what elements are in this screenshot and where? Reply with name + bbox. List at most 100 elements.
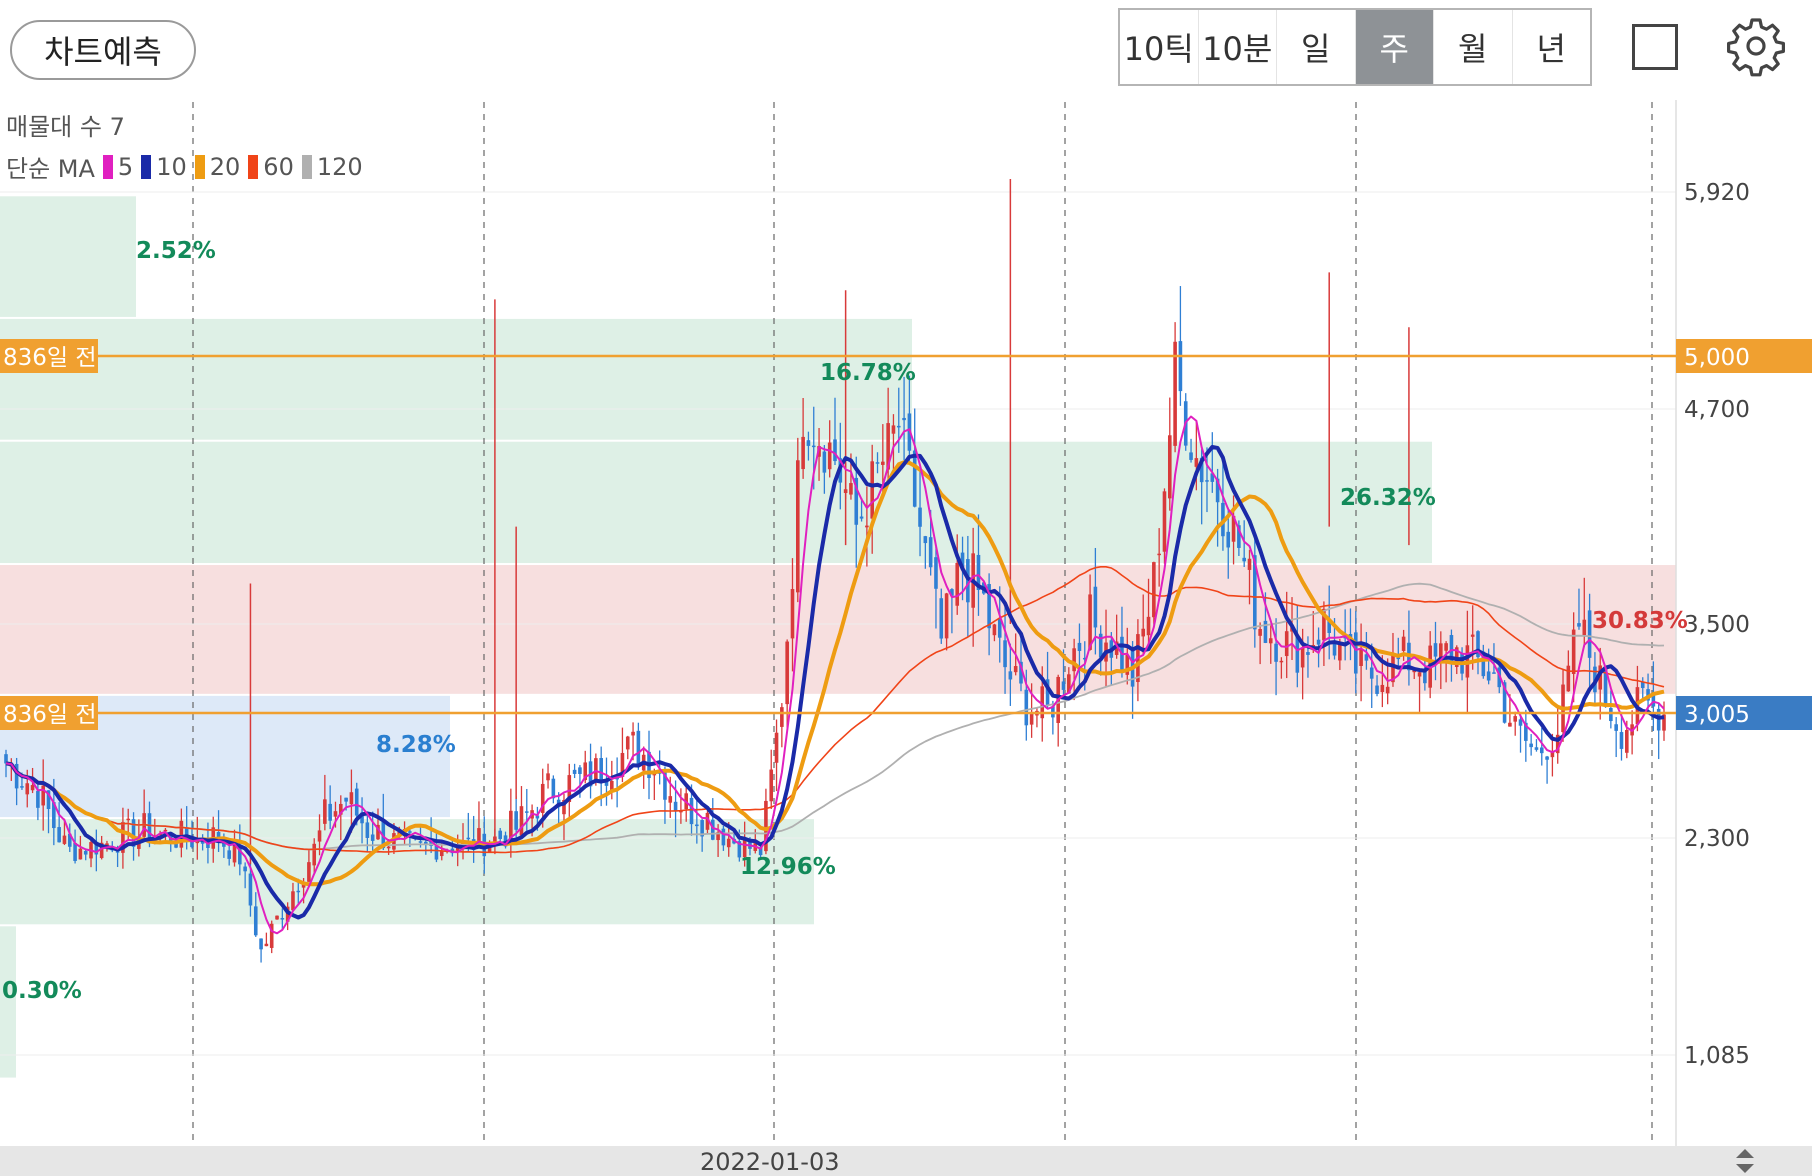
tab-10tick[interactable]: 10틱	[1120, 10, 1199, 84]
candle-body	[259, 938, 263, 950]
volume-zone	[0, 318, 912, 440]
ma20-label: 20	[209, 152, 241, 181]
candle-body	[280, 918, 285, 920]
candle-body	[253, 906, 258, 936]
candle-body	[1587, 610, 1592, 658]
candle-body	[1061, 681, 1066, 690]
candle-body	[546, 773, 550, 781]
x-axis-date-label: 2022-01-03	[700, 1148, 840, 1176]
candle-body	[790, 589, 795, 639]
candle-body	[296, 890, 301, 893]
candle-body	[78, 848, 83, 860]
tab-week[interactable]: 주	[1355, 10, 1434, 84]
gear-icon[interactable]	[1724, 14, 1788, 78]
candle-body	[1300, 647, 1305, 668]
candle-body	[1529, 743, 1533, 748]
candle-body	[1008, 671, 1013, 680]
candle-body	[572, 769, 577, 774]
candle-body	[1492, 672, 1496, 674]
candle-body	[243, 866, 247, 872]
candle-body	[1417, 672, 1422, 677]
square-icon[interactable]	[1632, 24, 1678, 70]
candle-body	[524, 811, 529, 813]
candle-body	[498, 830, 503, 839]
candle-body	[902, 417, 906, 421]
candle-body	[1247, 558, 1252, 570]
candle-body	[1338, 643, 1342, 661]
candle-body	[418, 841, 423, 843]
candle-body	[801, 436, 805, 470]
candle-body	[1577, 623, 1581, 627]
candle-body	[126, 818, 131, 821]
candle-body	[1003, 640, 1007, 668]
candle-body	[25, 783, 30, 795]
time-axis-bar[interactable]	[0, 1146, 1812, 1176]
candle-body	[1582, 619, 1587, 636]
candle-body	[73, 842, 77, 861]
candle-body	[673, 801, 678, 811]
candle-body	[333, 811, 338, 817]
candle-body	[689, 797, 694, 825]
candle-body	[928, 537, 933, 568]
candle-body	[796, 460, 800, 593]
candle-body	[774, 732, 779, 763]
candle-body	[349, 792, 354, 805]
top-toolbar: 차트예측 10틱 10분 일 주 월 년	[0, 0, 1812, 100]
scroll-arrows-icon[interactable]	[1732, 1146, 1758, 1176]
price-line-label: 836일 전	[3, 702, 97, 728]
candle-body	[912, 450, 917, 507]
y-axis-tick-label: 3,500	[1684, 612, 1750, 638]
candle-body	[514, 811, 518, 830]
y-axis-tick-label: 5,920	[1684, 180, 1750, 206]
candle-body	[578, 767, 582, 774]
candle-body	[1534, 747, 1539, 750]
candle-body	[806, 440, 811, 446]
candle-body	[307, 862, 311, 882]
tab-year[interactable]: 년	[1513, 10, 1591, 84]
y-axis-tick-label: 1,085	[1684, 1043, 1750, 1069]
price-chart[interactable]: 836일 전5,000836일 전3,0053,0055,9204,7003,5…	[0, 100, 1812, 1146]
candle-body	[695, 824, 699, 827]
candle-body	[30, 785, 35, 791]
tab-month[interactable]: 월	[1434, 10, 1513, 84]
chart-predict-button[interactable]: 차트예측	[10, 20, 196, 80]
candle-body	[769, 769, 774, 802]
candle-body	[780, 707, 784, 727]
candle-body	[354, 788, 359, 816]
ma120-swatch	[301, 154, 312, 179]
ma10-label: 10	[156, 152, 187, 181]
candle-body	[875, 462, 880, 464]
candle-body	[1614, 724, 1618, 731]
candle-body	[1401, 636, 1406, 651]
candle-body	[934, 557, 938, 589]
candle-body	[466, 837, 471, 840]
candle-body	[551, 778, 556, 799]
candle-body	[1470, 634, 1475, 637]
candle-body	[1316, 639, 1321, 645]
price-line-label: 836일 전	[3, 345, 97, 371]
candle-body	[408, 831, 412, 833]
candle-body	[291, 891, 295, 911]
volume-zone	[0, 196, 136, 317]
candle-body	[1609, 707, 1613, 722]
candle-body	[1157, 553, 1161, 556]
candle-body	[870, 461, 874, 519]
tab-day[interactable]: 일	[1277, 10, 1356, 84]
chart-area[interactable]: 836일 전5,000836일 전3,0053,0055,9204,7003,5…	[0, 100, 1812, 1176]
candle-body	[323, 799, 327, 824]
volume-zone-percent: 26.32%	[1340, 485, 1436, 511]
volume-zone-percent: 8.28%	[376, 732, 456, 758]
candle-body	[344, 797, 348, 802]
ma60-swatch	[248, 154, 259, 179]
candle-body	[248, 873, 253, 906]
candle-body	[1375, 685, 1379, 694]
ma-legend: 단순 MA 5 10 20 60 120	[6, 149, 363, 184]
candle-body	[1486, 671, 1491, 681]
candle-body	[1268, 638, 1273, 644]
candle-body	[1093, 586, 1098, 628]
candle-body	[1433, 643, 1438, 657]
candle-body	[312, 843, 317, 866]
candle-body	[939, 598, 944, 639]
candle-body	[1385, 686, 1390, 694]
tab-10min[interactable]: 10분	[1199, 10, 1277, 84]
